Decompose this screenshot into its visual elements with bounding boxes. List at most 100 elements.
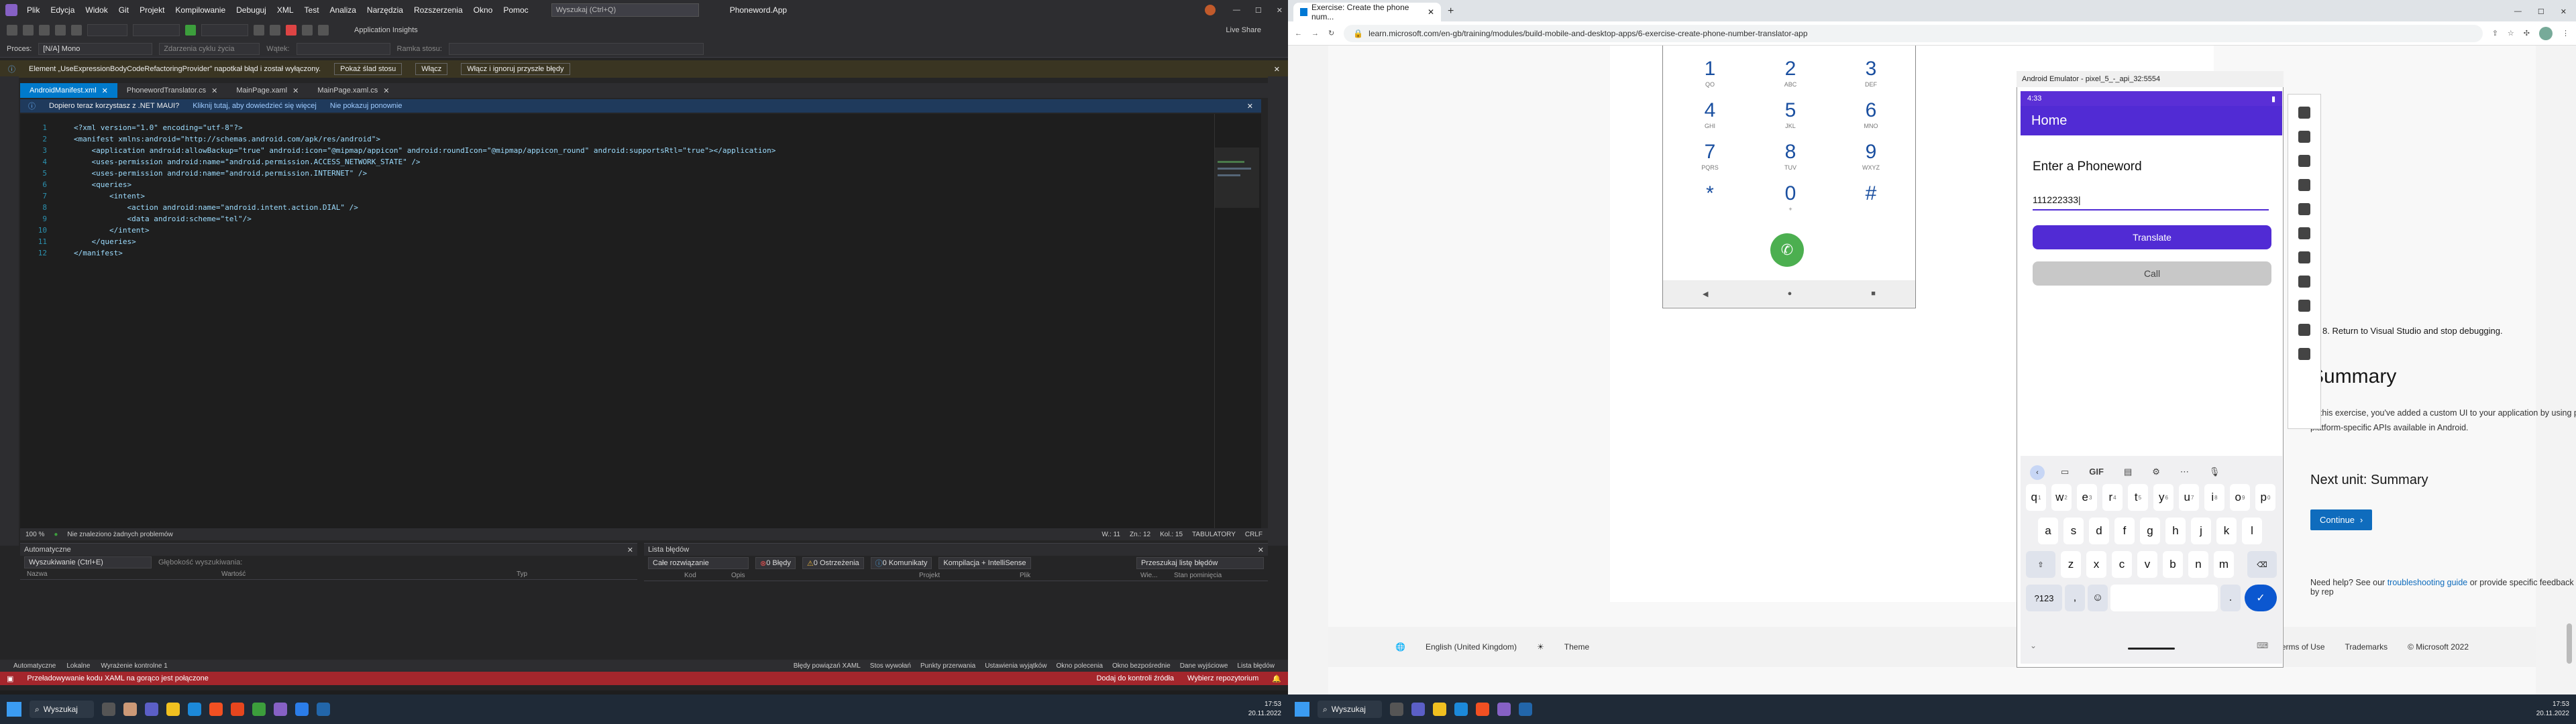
emulator-icon-2[interactable] [1519,703,1532,716]
select-repo-button[interactable]: Wybierz repozytorium [1187,674,1258,682]
menu-item[interactable]: Pomoc [498,5,533,15]
nav-down-icon[interactable]: ⌄ [2030,641,2037,650]
tab-close-icon[interactable]: ✕ [292,86,299,95]
undo-icon[interactable] [55,25,66,36]
col-suppression[interactable]: Stan pominięcia [1174,572,1222,579]
minimize-icon[interactable]: — [1233,6,1240,14]
back-button-icon[interactable] [2298,276,2310,288]
zoom-level[interactable]: 100 % [25,531,44,538]
kb-key[interactable]: m [2214,551,2234,578]
menu-item[interactable]: Test [299,5,325,15]
visual-studio-icon-2[interactable] [1497,703,1511,716]
overview-icon[interactable] [2298,324,2310,336]
tool-tab[interactable]: Wyrażenie kontrolne 1 [101,662,167,670]
settings-icon[interactable]: ⚙ [2152,467,2160,477]
teams-icon-2[interactable] [1411,703,1425,716]
visual-studio-icon[interactable] [274,703,287,716]
taskbar-clock-2[interactable]: 17:53 20.11.2022 [2536,700,2569,719]
col-value[interactable]: Wartość [221,570,517,578]
clipboard-icon[interactable]: ▤ [2124,467,2132,477]
kb-123-key[interactable]: ?123 [2026,585,2062,611]
right-toolwindow-strip[interactable] [1268,76,1288,546]
errlist-close-icon[interactable]: ✕ [1258,546,1264,554]
tool-tab[interactable]: Lokalne [66,662,90,670]
tool-tab[interactable]: Automatyczne [13,662,56,670]
close-icon[interactable]: ✕ [1277,6,1283,15]
camera-icon[interactable] [2298,227,2310,239]
tab-close-icon[interactable]: ✕ [211,86,217,95]
kb-key[interactable]: j [2191,518,2211,544]
enable-button[interactable]: Włącz [415,63,448,75]
call-button[interactable]: Call [2033,261,2271,286]
autos-search[interactable]: Wyszukiwanie (Ctrl+E) [24,556,152,568]
autos-close-icon[interactable]: ✕ [627,546,633,554]
app2-icon[interactable] [252,703,266,716]
menu-icon[interactable]: ⋮ [2562,29,2569,38]
forward-icon[interactable] [23,25,34,36]
edge-icon[interactable] [188,703,201,716]
kb-key[interactable]: s [2063,518,2084,544]
taskbar-clock[interactable]: 17:53 20.11.2022 [1248,700,1281,719]
task-view-icon[interactable] [102,703,115,716]
kb-key[interactable]: u7 [2179,484,2199,511]
editor-tab[interactable]: MainPage.xaml.cs ✕ [308,83,398,98]
col-desc[interactable]: Opis [684,572,919,579]
extensions-icon[interactable]: ✣ [2524,29,2530,38]
kb-key[interactable]: i8 [2204,484,2224,511]
infobar-close-icon[interactable]: ✕ [1274,65,1280,74]
kb-key[interactable]: f [2114,518,2135,544]
kb-enter-key[interactable]: ✓ [2245,585,2277,611]
page-scrollbar[interactable] [2567,623,2572,664]
tool-tab[interactable]: Stos wywołań [870,662,911,670]
troubleshooting-link[interactable]: troubleshooting guide [2387,578,2468,587]
errors-filter[interactable]: ⊗ 0 Błędy [755,557,796,569]
share-icon[interactable]: ⇪ [2492,29,2498,38]
maui-close-icon[interactable]: ✕ [1247,102,1253,111]
rotate-right-icon[interactable] [2298,203,2310,215]
kb-key[interactable]: z [2061,551,2081,578]
app-insights-label[interactable]: Application Insights [354,26,418,34]
pause-icon[interactable] [270,25,280,36]
kb-key[interactable]: g [2140,518,2160,544]
home-button-icon[interactable] [2298,300,2310,312]
office-icon-2[interactable] [1476,703,1489,716]
menu-item[interactable]: XML [272,5,299,15]
power-icon[interactable] [2298,107,2310,119]
warnings-filter[interactable]: ⚠ 0 Ostrzeżenia [802,557,864,569]
theme-link[interactable]: Theme [1564,642,1589,652]
kb-dot-key[interactable]: . [2220,585,2241,611]
live-share-button[interactable]: Live Share [1226,26,1261,34]
run-icon[interactable] [185,25,196,36]
kb-key[interactable]: n [2188,551,2208,578]
vs-search-box[interactable]: Wyszukaj (Ctrl+Q) [551,3,699,17]
kb-comma-key[interactable]: , [2065,585,2085,611]
left-toolwindow-strip[interactable] [0,76,19,546]
menu-item[interactable]: Git [113,5,134,15]
forward-icon[interactable]: → [1311,29,1319,38]
kb-key[interactable]: w2 [2051,484,2072,511]
translate-button[interactable]: Translate [2033,225,2271,249]
gif-button[interactable]: GIF [2089,467,2104,477]
footer-link[interactable]: Trademarks [2345,642,2388,652]
tool-tab[interactable]: Dane wyjściowe [1180,662,1228,670]
sticker-icon[interactable]: ▭ [2061,467,2069,477]
kb-key[interactable]: e3 [2077,484,2097,511]
mic-icon[interactable]: 🎙 [2209,467,2220,477]
reload-icon[interactable]: ↻ [1328,29,1334,38]
config-combo[interactable] [87,24,127,36]
kb-key[interactable]: d [2089,518,2109,544]
new-tab-icon[interactable]: + [1448,5,1454,17]
save-icon[interactable] [39,25,50,36]
windows-start-icon[interactable] [7,702,21,717]
editor-tab[interactable]: AndroidManifest.xml ✕ [20,83,117,98]
col-code[interactable]: Kod [644,572,696,579]
teams-icon[interactable] [145,703,158,716]
bell-icon[interactable]: 🔔 [1272,674,1281,683]
more-icon[interactable]: ⋯ [2180,467,2189,477]
stack-combo[interactable] [448,42,704,55]
kb-key[interactable]: y6 [2153,484,2174,511]
restart-icon[interactable] [302,25,313,36]
kb-key[interactable]: r4 [2102,484,2123,511]
kb-shift-key[interactable]: ⇧ [2026,551,2055,578]
profile-icon[interactable] [2539,26,2553,40]
